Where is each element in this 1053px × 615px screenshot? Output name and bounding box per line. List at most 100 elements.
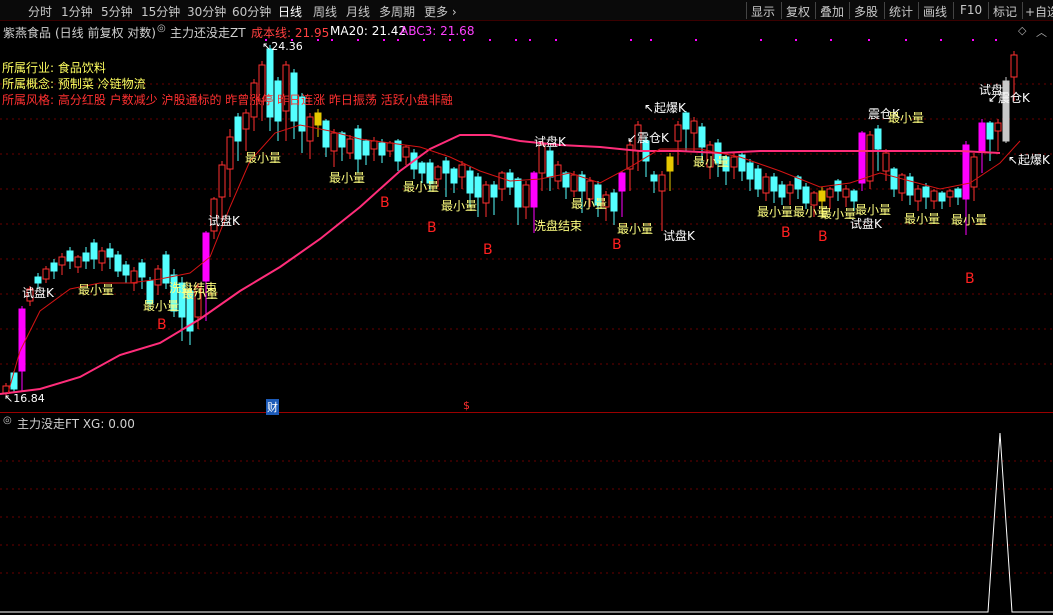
signal-label: 最小量 (888, 111, 925, 125)
candle-body (698, 126, 706, 148)
candle-body (498, 172, 506, 190)
candle-body (522, 184, 530, 208)
candle-body (242, 112, 250, 130)
signal-dot (383, 39, 385, 41)
period-tab-30min[interactable]: 30分钟 (187, 3, 226, 20)
candle-body (370, 140, 378, 150)
candle-body (90, 242, 98, 260)
signal-dot (555, 39, 557, 41)
indicator-name[interactable]: 主力还没走ZT (170, 24, 246, 41)
abc3-value: ABC3: 21.68 (400, 24, 475, 38)
period-tab-monthly[interactable]: 月线 (346, 3, 370, 20)
candle-body (138, 262, 146, 278)
buy-signal-marker: B (380, 195, 390, 211)
indicator-dropdown-icon[interactable]: ◎ (157, 23, 166, 34)
toolbar-divider (1022, 2, 1023, 19)
candle-body (530, 172, 538, 208)
period-tab-timeshare[interactable]: 分时 (28, 3, 52, 20)
buy-signal-marker: B (818, 229, 828, 245)
candle-body (866, 134, 874, 182)
kline-chart[interactable] (0, 21, 1053, 413)
period-tab-60min[interactable]: 60分钟 (232, 3, 271, 20)
period-tab-daily[interactable]: 日线 (278, 3, 302, 20)
signal-dot (357, 39, 359, 41)
signal-dot (995, 39, 997, 41)
toolbar-divider (884, 2, 885, 19)
period-tab-1min[interactable]: 1分钟 (61, 3, 93, 20)
candle-body (994, 122, 1002, 132)
period-tab-15min[interactable]: 15分钟 (141, 3, 180, 20)
signal-label: 最小量 (757, 205, 794, 219)
candle-body (962, 144, 970, 200)
main-kline-pane: 紫燕食品 (日线 前复权 对数) ◎ 主力还没走ZT 成本线: 21.95 MA… (0, 21, 1053, 415)
signal-label: 最小量 (245, 151, 282, 165)
chart-mode: (日线 前复权 对数) (55, 26, 156, 40)
signal-label: ↙震仓K (627, 131, 669, 145)
signal-label: ↙震仓K (988, 91, 1030, 105)
candle-body (58, 256, 66, 266)
candle-body (114, 254, 122, 272)
candle-body (474, 176, 482, 198)
candle-body (986, 122, 994, 140)
overlay-button[interactable]: 叠加 (820, 3, 844, 20)
candle-body (42, 268, 50, 280)
period-tab-5min[interactable]: 5分钟 (101, 3, 133, 20)
candle-body (314, 112, 322, 126)
multi-stock-button[interactable]: 多股 (854, 3, 878, 20)
adjust-button[interactable]: 复权 (786, 3, 810, 20)
f10-button[interactable]: F10 (960, 3, 982, 17)
candle-body (218, 164, 226, 198)
statistics-button[interactable]: 统计 (889, 3, 913, 20)
period-tab-weekly[interactable]: 周线 (313, 3, 337, 20)
candle-body (674, 124, 682, 142)
signal-dot (795, 39, 797, 41)
indicator-chart[interactable] (0, 413, 1053, 615)
candle-body (362, 140, 370, 156)
buy-signal-marker: B (483, 242, 493, 258)
period-tab-more[interactable]: 更多 › (424, 3, 457, 20)
candle-body (346, 138, 354, 154)
toolbar-divider (849, 2, 850, 19)
stock-name: 紫燕食品 (3, 26, 52, 40)
chevron-up-icon[interactable]: ︿ (1036, 24, 1047, 40)
period-tab-multi[interactable]: 多周期 (379, 3, 415, 20)
candle-body (826, 188, 834, 198)
candle-body (786, 184, 794, 194)
signal-dot (423, 39, 425, 41)
mark-button[interactable]: 标记 (993, 3, 1017, 20)
candle-body (546, 150, 554, 178)
candle-body (458, 164, 466, 178)
candle-body (122, 264, 130, 276)
signal-label: 最小量 (617, 222, 654, 236)
candle-body (106, 248, 114, 258)
candle-body (690, 120, 698, 134)
candle-body (890, 168, 898, 190)
candle-body (906, 176, 914, 196)
signal-dot (515, 39, 517, 41)
candle-body (50, 262, 58, 272)
signal-label: 洗盘结束 (534, 219, 583, 233)
signal-label: 最小量 (693, 155, 730, 169)
high-price-label: ↖24.36 (262, 40, 303, 53)
candle-body (898, 174, 906, 194)
candle-body (386, 142, 394, 152)
candle-body (938, 192, 946, 202)
candle-body (82, 252, 90, 262)
candle-body (466, 170, 474, 194)
candle-body (34, 276, 42, 284)
dividend-marker[interactable]: $ (463, 399, 470, 412)
settings-diamond-icon[interactable]: ◇ (1018, 24, 1026, 37)
add-watchlist-button[interactable]: +自选 (1025, 3, 1053, 20)
buy-signal-marker: B (157, 317, 167, 333)
toolbar-divider (815, 2, 816, 19)
indicator-pane: ◎ 主力没走FT XG: 0.00 (0, 413, 1053, 615)
display-button[interactable]: 显示 (751, 3, 775, 20)
candle-body (234, 116, 242, 142)
signal-label: 最小量 (571, 197, 608, 211)
candle-body (946, 190, 954, 198)
signal-dot (868, 39, 870, 41)
style-info: 所属风格: 高分红股 户数减少 沪股通标的 昨曾涨停 昨日连涨 昨日振荡 活跃小… (2, 93, 453, 107)
draw-line-button[interactable]: 画线 (923, 3, 947, 20)
indicator-dropdown-icon[interactable]: ◎ (3, 415, 12, 426)
signal-dot (695, 39, 697, 41)
